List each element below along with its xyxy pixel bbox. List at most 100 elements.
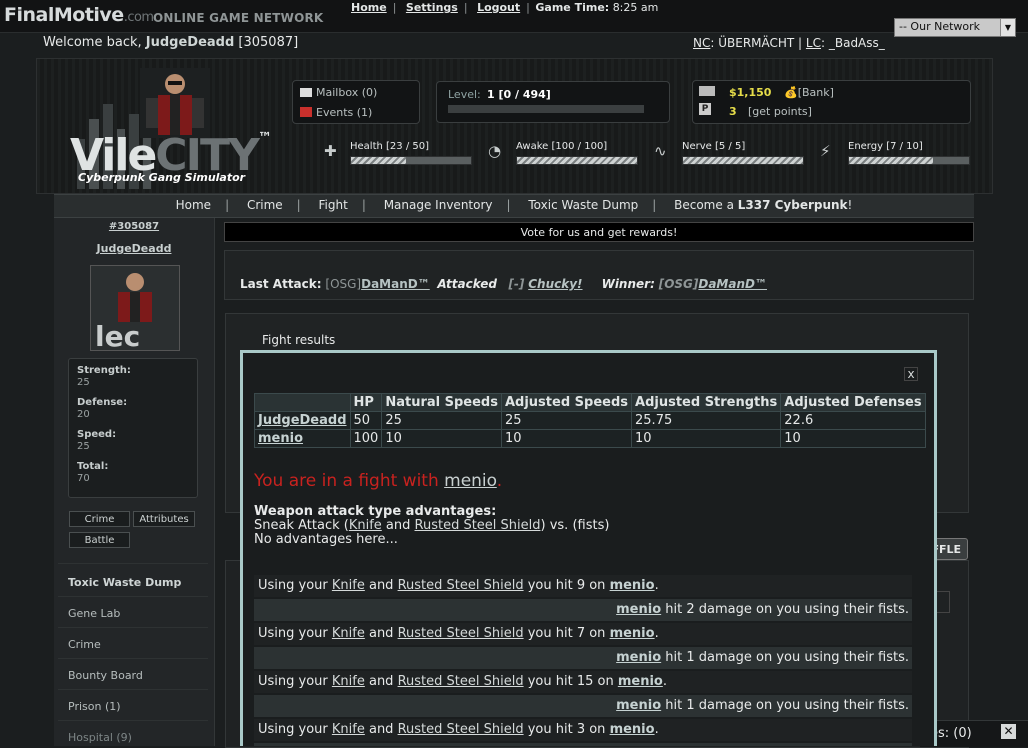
shield-link[interactable]: Rusted Steel Shield — [398, 722, 524, 737]
become-prefix: Become a — [674, 198, 738, 212]
nerve-label: Nerve [5 / 5] — [682, 141, 746, 152]
last-attack-label: Last Attack: — [240, 277, 322, 291]
opponent-link[interactable]: menio — [444, 471, 497, 491]
money-value: $1,150 — [729, 86, 772, 99]
network-select[interactable]: -- Our Network ▼ — [894, 18, 1016, 37]
log-text: damage on you using their fists. — [694, 698, 909, 713]
nav-toxic-waste-dump[interactable]: Toxic Waste Dump — [528, 198, 638, 212]
lc-link[interactable]: LC — [806, 36, 821, 50]
logo-tm: ™ — [257, 130, 272, 146]
opponent-link[interactable]: menio — [616, 650, 661, 665]
crime-stats-button[interactable]: Crime — [69, 511, 130, 527]
knife-link[interactable]: Knife — [332, 722, 365, 737]
nav-become-l337[interactable]: Become a L337 Cyberpunk! — [674, 198, 852, 212]
shield-link[interactable]: Rusted Steel Shield — [398, 626, 524, 641]
log-text: on — [585, 626, 610, 641]
log-text: and — [364, 626, 398, 641]
user-id: [305087] — [238, 35, 299, 50]
chevron-down-icon: ▼ — [1000, 19, 1015, 36]
knife-link[interactable]: Knife — [332, 674, 365, 689]
opponent-link[interactable]: menio — [610, 722, 655, 737]
opponent-link[interactable]: menio — [618, 674, 663, 689]
nav-fight[interactable]: Fight — [319, 198, 348, 212]
shield-link[interactable]: Rusted Steel Shield — [398, 674, 524, 689]
column-header: Adjusted Strengths — [631, 393, 782, 412]
bank-link[interactable]: 💰[Bank] — [784, 86, 834, 99]
sidebar-item-gene-lab[interactable]: Gene Lab — [68, 607, 120, 620]
adv-text: Sneak Attack ( — [254, 518, 349, 533]
log-text: hit — [661, 650, 687, 665]
shield-link[interactable]: Rusted Steel Shield — [415, 518, 541, 533]
log-text: you hit — [523, 674, 577, 689]
table-row: JudgeDeadd 50 25 25 25.75 22.6 — [254, 411, 926, 430]
nav-manage-inventory[interactable]: Manage Inventory — [384, 198, 493, 212]
username-link[interactable]: JudgeDeadd — [146, 35, 235, 50]
fight-modal: x HP Natural Speeds Adjusted Speeds Adju… — [240, 350, 937, 746]
sidebar-item-hospital[interactable]: Hospital (9) — [68, 731, 132, 744]
welcome-prefix: Welcome back, — [43, 35, 146, 50]
modal-close-button[interactable]: x — [904, 367, 918, 381]
sidebar-item-prison[interactable]: Prison (1) — [68, 700, 121, 713]
close-icon[interactable]: ✕ — [1001, 724, 1016, 739]
winner-link[interactable]: DaManD™ — [698, 277, 767, 291]
sidebar-item-bounty-board[interactable]: Bounty Board — [68, 669, 143, 682]
battle-stats-button[interactable]: Battle — [69, 532, 130, 548]
log-text: damage on you using their fists. — [694, 602, 909, 617]
get-points-link[interactable]: [get points] — [748, 105, 812, 118]
column-header: Adjusted Speeds — [500, 393, 633, 412]
profile-name-link[interactable]: JudgeDeadd — [54, 242, 214, 255]
points-icon: P — [699, 103, 711, 115]
log-text: on — [585, 722, 610, 737]
log-row-opponent: menio hit 1 damage on you using their fi… — [254, 695, 912, 717]
log-text: and — [364, 578, 398, 593]
knife-link[interactable]: Knife — [332, 578, 365, 593]
profile-id-link[interactable]: #305087 — [54, 221, 214, 232]
attacker-link[interactable]: DaManD™ — [361, 277, 430, 291]
table-cell: 10 — [780, 429, 926, 448]
nerve-bar — [682, 156, 804, 165]
gang-info: NC: ÜBERMÄCHT | LC: _BadAss_ — [693, 36, 885, 50]
vote-banner[interactable]: Vote for us and get rewards! — [224, 222, 974, 242]
knife-link[interactable]: Knife — [332, 626, 365, 641]
sidebar-item-crime[interactable]: Crime — [68, 638, 101, 651]
attributes-button[interactable]: Attributes — [133, 511, 195, 527]
opponent-name-link[interactable]: menio — [254, 429, 351, 448]
defender-link[interactable]: Chucky! — [528, 277, 582, 291]
nav-home[interactable]: Home — [176, 198, 211, 212]
sidebar-item-toxic-waste-dump[interactable]: Toxic Waste Dump — [68, 576, 181, 589]
opponent-link[interactable]: menio — [616, 698, 661, 713]
opponent-link[interactable]: menio — [610, 578, 655, 593]
events-link[interactable]: Events (1) — [300, 106, 372, 119]
home-link[interactable]: Home — [351, 1, 387, 14]
total-value: 70 — [77, 473, 90, 484]
column-header: Natural Speeds — [381, 393, 502, 412]
xp-bar — [448, 105, 644, 113]
energy-label: Energy [7 / 10] — [848, 141, 923, 152]
table-cell: 22.6 — [780, 411, 926, 430]
mailbox-link[interactable]: Mailbox (0) — [300, 86, 377, 99]
table-cell: 50 — [349, 411, 383, 430]
nc-value: : ÜBERMÄCHT | — [710, 36, 806, 50]
welcome-message: Welcome back, JudgeDeadd [305087] — [43, 35, 298, 50]
settings-link[interactable]: Settings — [406, 1, 458, 14]
moneybag-icon: 💰 — [784, 86, 798, 99]
shield-link[interactable]: Rusted Steel Shield — [398, 578, 524, 593]
opponent-link[interactable]: menio — [616, 602, 661, 617]
log-row-player: Using your Knife and Rusted Steel Shield… — [254, 575, 912, 597]
damage-amount: 1 — [686, 698, 695, 713]
player-name-link[interactable]: JudgeDeadd — [254, 411, 351, 430]
knife-link[interactable]: Knife — [349, 518, 382, 533]
column-header: HP — [349, 393, 383, 412]
hit-amount: 9 — [576, 578, 586, 593]
logout-link[interactable]: Logout — [477, 1, 520, 14]
defense-label: Defense: — [77, 397, 128, 408]
opponent-link[interactable]: menio — [610, 626, 655, 641]
sidebar-divider — [58, 627, 208, 628]
log-row-opponent: menio hit 1 damage on you using their fi… — [254, 647, 912, 669]
profile-avatar[interactable]: lec — [90, 265, 180, 353]
finalmotive-logo[interactable]: FinalMotive.com — [4, 4, 154, 26]
nc-link[interactable]: NC — [693, 36, 710, 50]
adv-text: ) vs. (fists) — [540, 518, 610, 533]
level-panel: Level: 1 [0 / 494] — [436, 81, 670, 123]
nav-crime[interactable]: Crime — [247, 198, 283, 212]
